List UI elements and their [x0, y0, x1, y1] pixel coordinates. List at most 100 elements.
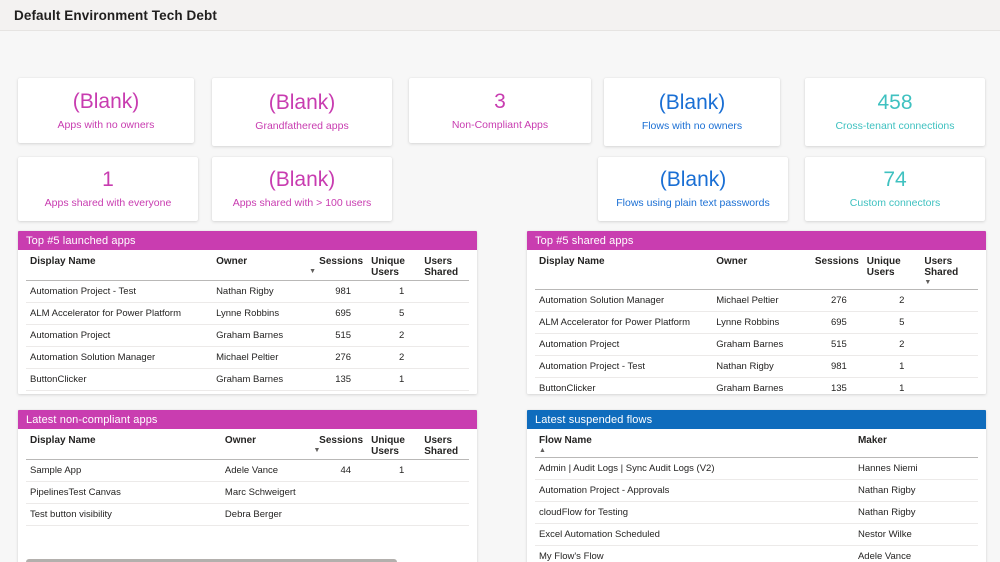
column-header-display-name[interactable]: Display Name — [26, 250, 212, 281]
column-header-users-shared[interactable]: Users Shared — [420, 429, 469, 460]
table-row[interactable]: Automation Project Graham Barnes 515 2 — [535, 334, 978, 356]
cell-flow-name: Automation Project - Approvals — [535, 480, 854, 502]
column-header-sessions[interactable]: Sessions — [805, 250, 863, 290]
cell-users-shared — [420, 303, 469, 325]
cell-users-shared — [420, 504, 469, 526]
kpi-card-non-compliant-apps[interactable]: 3 Non-Compliant Apps — [409, 78, 591, 143]
column-header-display-name[interactable]: Display Name — [26, 429, 221, 460]
table-header-row: Display Name Owner Sessions ▼ Unique Use… — [26, 429, 469, 460]
cell-unique-users: 1 — [367, 460, 420, 482]
cell-owner: Graham Barnes — [712, 378, 805, 395]
table-title: Latest suspended flows — [535, 414, 652, 426]
cell-flow-name: cloudFlow for Testing — [535, 502, 854, 524]
cell-sessions: 135 — [805, 378, 863, 395]
kpi-card-flows-using-plain-text-passwords[interactable]: (Blank) Flows using plain text passwords — [598, 157, 788, 221]
cell-sessions: 695 — [305, 303, 367, 325]
table-row[interactable]: Automation Solution Manager Michael Pelt… — [26, 347, 469, 369]
cell-display-name: ALM Accelerator for Power Platform — [535, 312, 712, 334]
table-row[interactable]: cloudFlow for Testing Nathan Rigby — [535, 502, 978, 524]
table-row[interactable]: Automation Solution Manager Michael Pelt… — [535, 290, 978, 312]
cell-unique-users: 1 — [367, 281, 420, 303]
cell-users-shared — [420, 482, 469, 504]
table-visual-latest-suspended-flows[interactable]: Latest suspended flows Flow Name ▲ Maker — [527, 410, 986, 562]
cell-unique-users: 1 — [367, 369, 420, 391]
kpi-card-custom-connectors[interactable]: 74 Custom connectors — [805, 157, 985, 221]
table-header-bar: Top #5 shared apps — [527, 231, 986, 250]
data-grid: Display Name Owner Sessions ▼ Unique Use… — [26, 250, 469, 391]
table-header-row: Display Name Owner Sessions Unique Users — [535, 250, 978, 290]
cell-maker: Nestor Wilke — [854, 524, 978, 546]
kpi-card-apps-with-no-owners[interactable]: (Blank) Apps with no owners — [18, 78, 194, 143]
cell-maker: Hannes Niemi — [854, 458, 978, 480]
table-visual-latest-non-compliant-apps[interactable]: Latest non-compliant apps Display Name O… — [18, 410, 477, 562]
table-row[interactable]: ButtonClicker Graham Barnes 135 1 — [26, 369, 469, 391]
column-header-owner[interactable]: Owner — [221, 429, 310, 460]
cell-unique-users: 2 — [863, 334, 921, 356]
table-row[interactable]: Excel Automation Scheduled Nestor Wilke — [535, 524, 978, 546]
cell-users-shared — [420, 281, 469, 303]
column-header-sessions[interactable]: Sessions ▼ — [305, 250, 367, 281]
table-visual-top-launched-apps[interactable]: Top #5 launched apps Display Name Owner … — [18, 231, 477, 394]
column-header-owner[interactable]: Owner — [212, 250, 305, 281]
sort-descending-icon: ▼ — [924, 279, 974, 287]
table-footer — [18, 391, 477, 394]
cell-unique-users: 1 — [863, 378, 921, 395]
cell-users-shared — [420, 325, 469, 347]
table-header-row: Flow Name ▲ Maker — [535, 429, 978, 458]
kpi-card-grandfathered-apps[interactable]: (Blank) Grandfathered apps — [212, 78, 392, 146]
kpi-value: 74 — [883, 168, 906, 192]
cell-owner: Lynne Robbins — [212, 303, 305, 325]
cell-unique-users: 2 — [367, 347, 420, 369]
cell-display-name: Automation Solution Manager — [535, 290, 712, 312]
kpi-value: (Blank) — [660, 168, 727, 192]
table-row[interactable]: ALM Accelerator for Power Platform Lynne… — [26, 303, 469, 325]
table-row[interactable]: Automation Project - Approvals Nathan Ri… — [535, 480, 978, 502]
column-header-flow-name[interactable]: Flow Name ▲ — [535, 429, 854, 458]
kpi-card-cross-tenant-connections[interactable]: 458 Cross-tenant connections — [805, 78, 985, 146]
table-row[interactable]: Automation Project - Test Nathan Rigby 9… — [535, 356, 978, 378]
table-row[interactable]: Automation Project Graham Barnes 515 2 — [26, 325, 469, 347]
kpi-label: Cross-tenant connections — [835, 119, 954, 133]
data-grid: Display Name Owner Sessions Unique Users — [535, 250, 978, 394]
table-row[interactable]: Sample App Adele Vance 44 1 — [26, 460, 469, 482]
column-header-display-name[interactable]: Display Name — [535, 250, 712, 290]
table-row[interactable]: ALM Accelerator for Power Platform Lynne… — [535, 312, 978, 334]
column-header-sessions[interactable]: Sessions ▼ — [310, 429, 368, 460]
kpi-label: Flows with no owners — [642, 119, 742, 133]
column-header-maker[interactable]: Maker — [854, 429, 978, 458]
page-title: Default Environment Tech Debt — [14, 8, 217, 23]
kpi-card-flows-with-no-owners[interactable]: (Blank) Flows with no owners — [604, 78, 780, 146]
kpi-label: Grandfathered apps — [255, 119, 348, 133]
kpi-card-apps-shared-with-over-100-users[interactable]: (Blank) Apps shared with > 100 users — [212, 157, 392, 221]
column-header-users-shared[interactable]: Users Shared ▼ — [920, 250, 978, 290]
cell-sessions: 44 — [310, 460, 368, 482]
cell-users-shared — [920, 378, 978, 395]
cell-owner: Lynne Robbins — [712, 312, 805, 334]
data-grid: Display Name Owner Sessions ▼ Unique Use… — [26, 429, 469, 526]
kpi-value: 458 — [877, 91, 912, 115]
column-header-unique-users[interactable]: Unique Users — [367, 250, 420, 281]
kpi-card-apps-shared-with-everyone[interactable]: 1 Apps shared with everyone — [18, 157, 198, 221]
cell-unique-users: 5 — [367, 303, 420, 325]
table-row[interactable]: Test button visibility Debra Berger — [26, 504, 469, 526]
cell-users-shared — [920, 334, 978, 356]
column-header-users-shared[interactable]: Users Shared — [420, 250, 469, 281]
table-row[interactable]: Admin | Audit Logs | Sync Audit Logs (V2… — [535, 458, 978, 480]
table-visual-top-shared-apps[interactable]: Top #5 shared apps Display Name Owner Se… — [527, 231, 986, 394]
column-header-owner[interactable]: Owner — [712, 250, 805, 290]
cell-sessions: 135 — [305, 369, 367, 391]
cell-flow-name: My Flow's Flow — [535, 546, 854, 562]
column-header-unique-users[interactable]: Unique Users — [863, 250, 921, 290]
cell-unique-users: 2 — [863, 290, 921, 312]
cell-flow-name: Admin | Audit Logs | Sync Audit Logs (V2… — [535, 458, 854, 480]
cell-users-shared — [420, 347, 469, 369]
table-row[interactable]: Automation Project - Test Nathan Rigby 9… — [26, 281, 469, 303]
table-title: Top #5 launched apps — [26, 235, 136, 247]
column-header-unique-users[interactable]: Unique Users — [367, 429, 420, 460]
cell-sessions: 276 — [805, 290, 863, 312]
cell-unique-users: 5 — [863, 312, 921, 334]
table-row[interactable]: ButtonClicker Graham Barnes 135 1 — [535, 378, 978, 395]
table-row[interactable]: My Flow's Flow Adele Vance — [535, 546, 978, 562]
kpi-value: 3 — [494, 90, 506, 114]
table-row[interactable]: PipelinesTest Canvas Marc Schweigert — [26, 482, 469, 504]
